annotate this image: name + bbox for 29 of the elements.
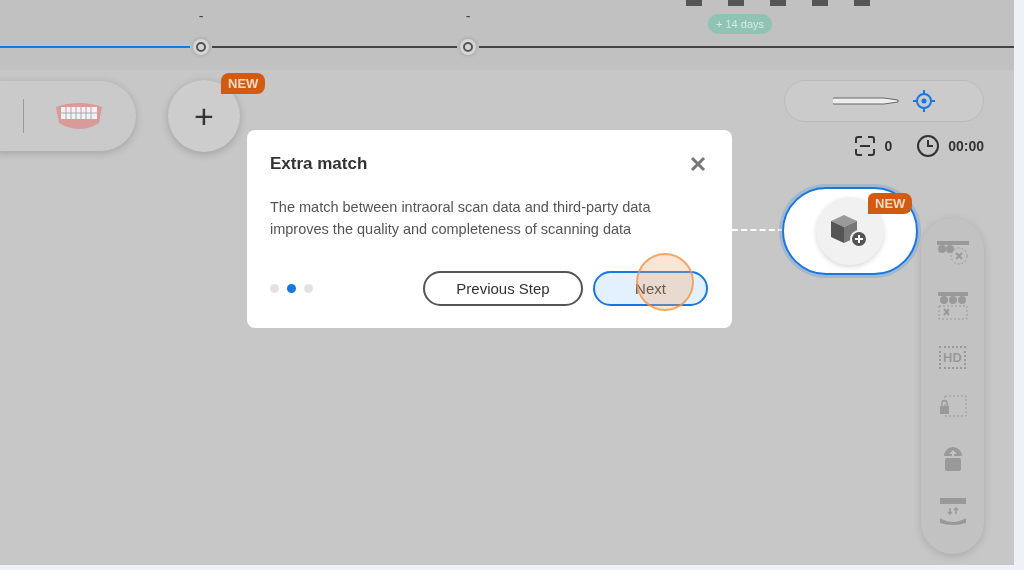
step-label: - [465, 9, 471, 23]
target-icon[interactable] [913, 90, 935, 112]
lock-region-icon [938, 394, 967, 419]
bite-icon [938, 497, 967, 526]
highlighted-tool[interactable]: NEW [782, 187, 918, 275]
touch-indicator [636, 253, 694, 311]
popover-description: The match between intraoral scan data and third-party data improves the quality and completeness of scanning data [270, 198, 652, 239]
close-button[interactable] [688, 154, 708, 174]
timeline-node[interactable] [193, 39, 209, 55]
teeth-remove-icon [936, 240, 969, 267]
scan-count: 0 [884, 138, 893, 154]
scan-frame-icon [854, 135, 877, 157]
new-badge: NEW [868, 193, 913, 214]
teeth-crop-icon [937, 292, 968, 321]
toolbar-icon[interactable] [684, 0, 704, 8]
toolbar-icon[interactable] [768, 0, 788, 8]
timeline-node[interactable] [460, 39, 476, 55]
popover-title: Extra match [270, 154, 368, 174]
toolbar-icon[interactable] [852, 0, 872, 8]
timer: 00:00 [948, 138, 984, 154]
previous-button[interactable]: Previous Step [423, 271, 583, 306]
toolbar-icon[interactable] [726, 0, 746, 8]
new-badge: NEW [221, 73, 266, 94]
trial-badge: + 14 days [708, 14, 772, 34]
teeth-icon [54, 101, 104, 131]
clock-icon [916, 134, 941, 158]
step-label: - [198, 9, 204, 23]
scanner-icon [833, 94, 899, 108]
toolbar-icon[interactable] [810, 0, 830, 8]
